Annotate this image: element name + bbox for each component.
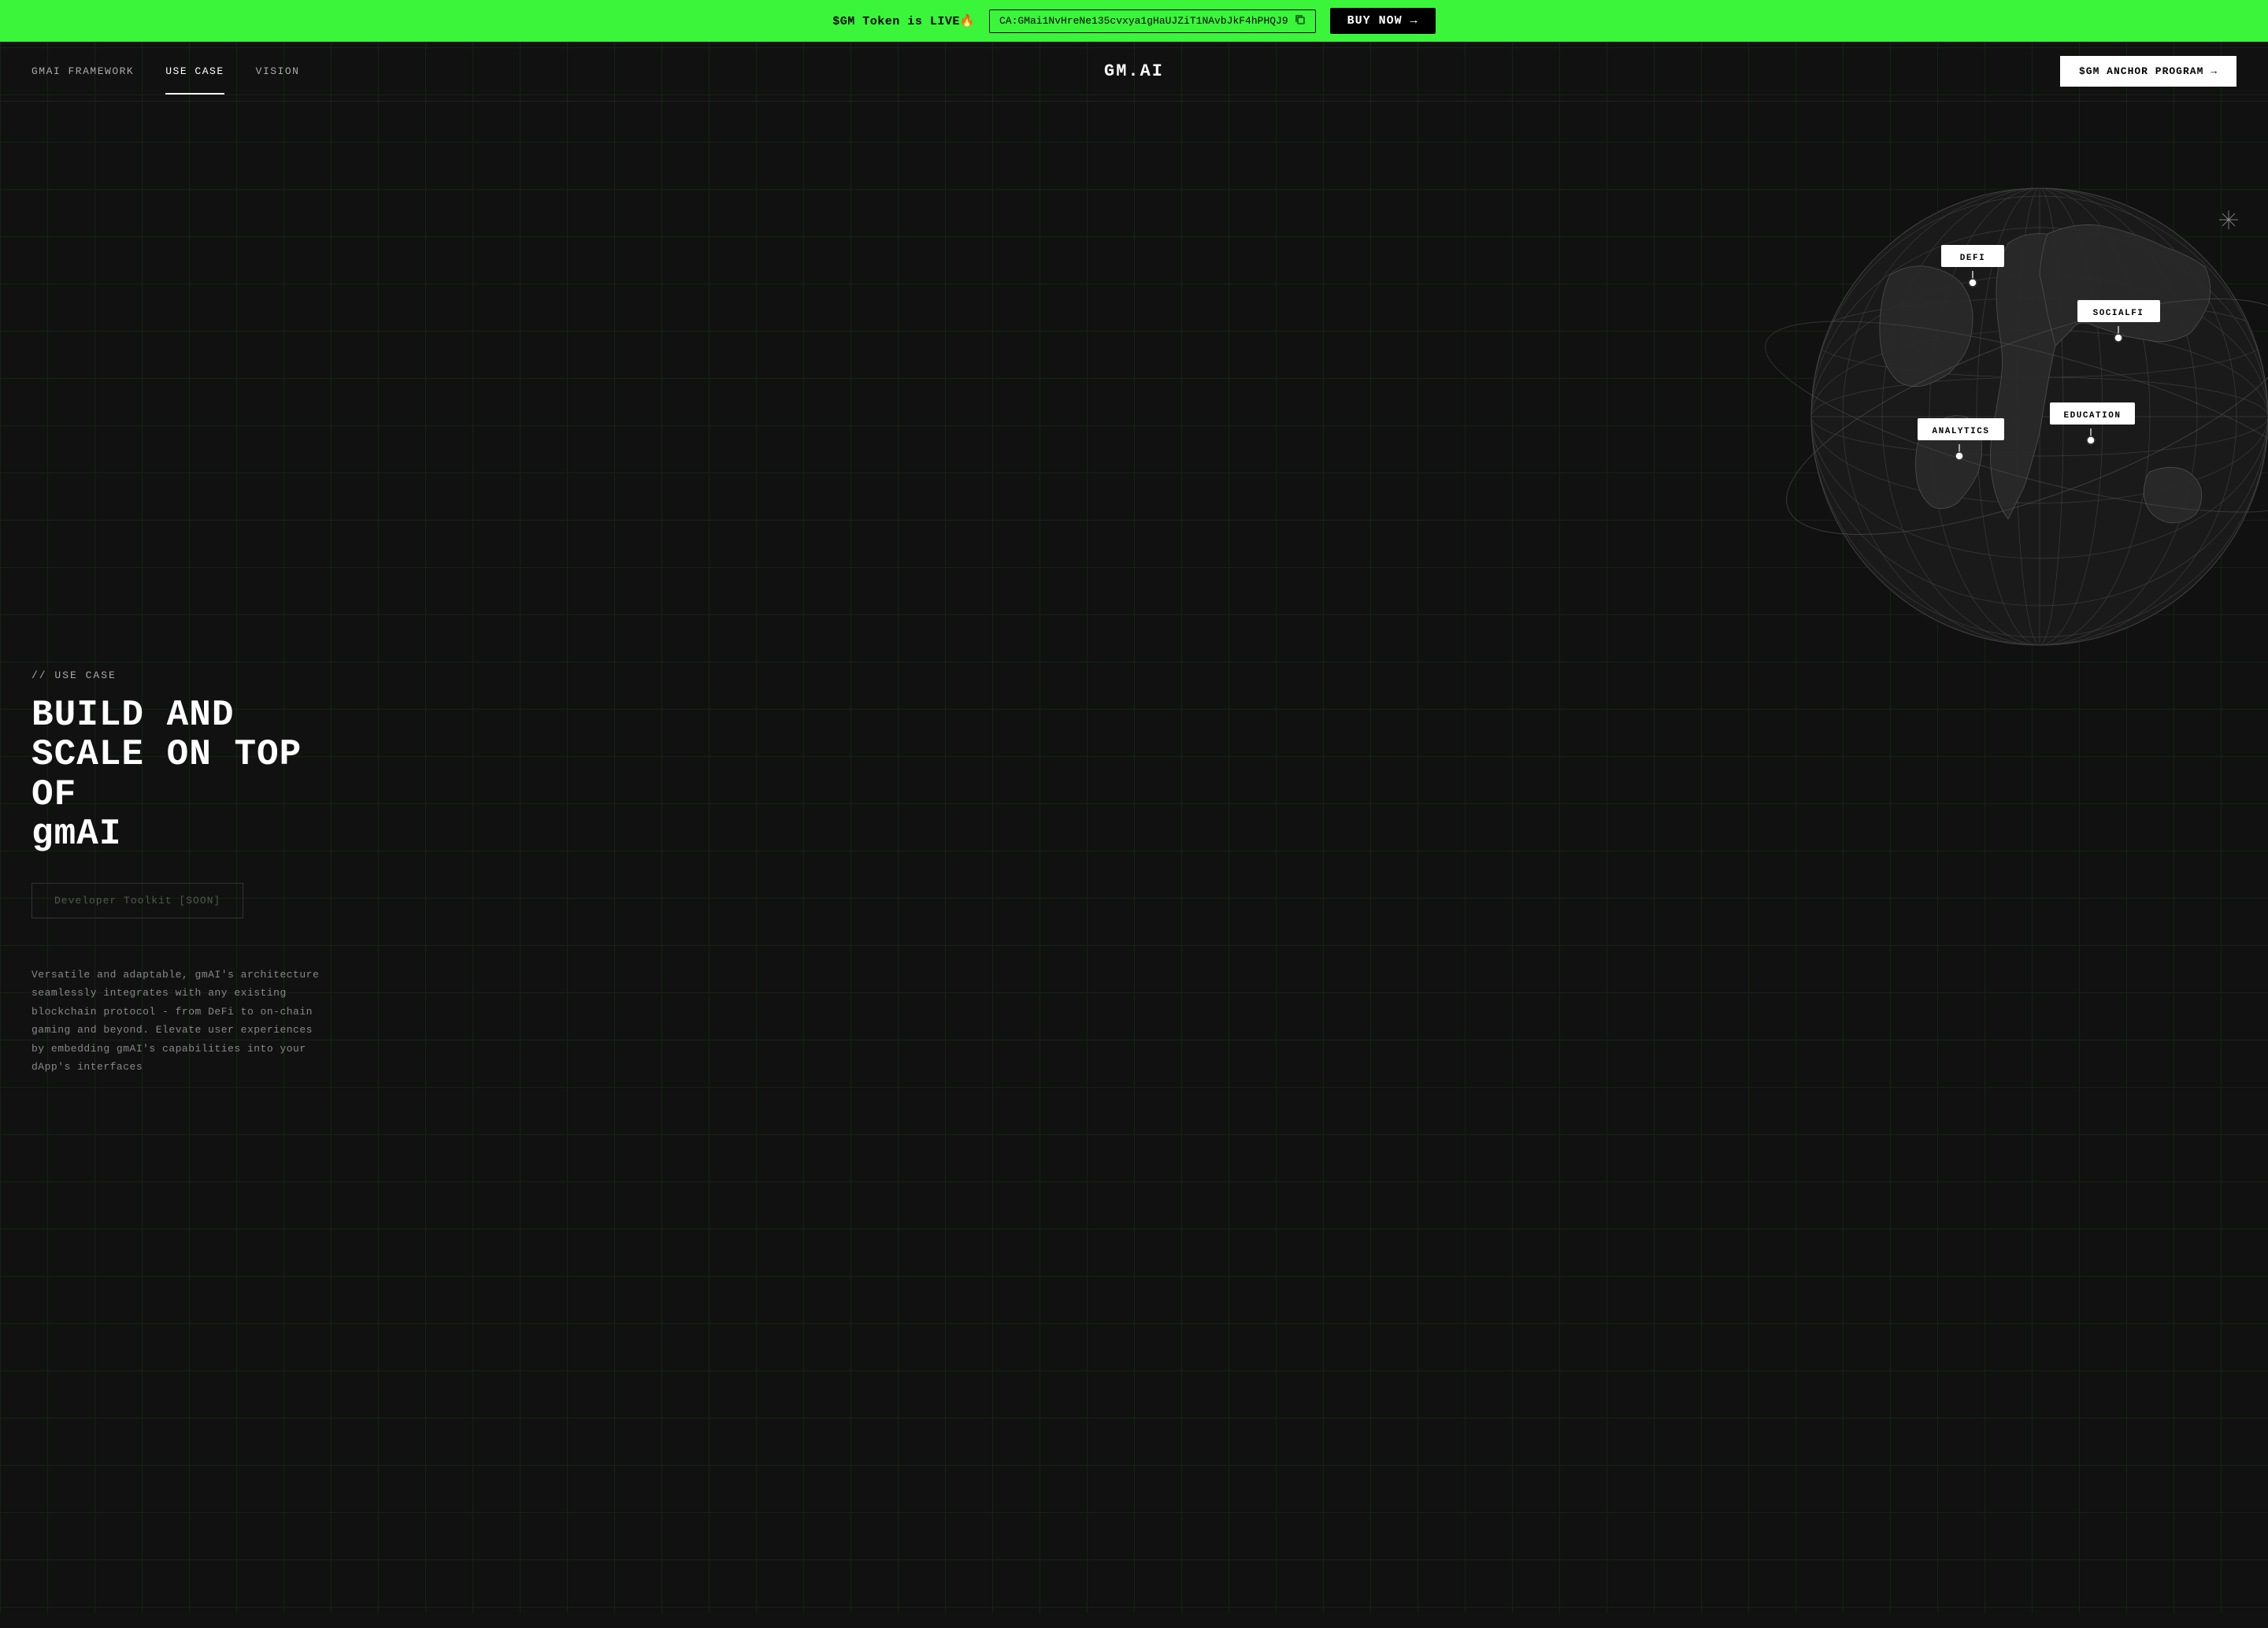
nav-links: GMAI FRAMEWORK USE CASE VISION	[32, 65, 299, 77]
anchor-program-button[interactable]: $GM ANCHOR PROGRAM →	[2060, 56, 2236, 87]
contract-address: CA:GMai1NvHreNe135cvxya1gHaUJZiT1NAvbJkF…	[989, 9, 1316, 33]
nav-gmai-framework[interactable]: GMAI FRAMEWORK	[32, 65, 134, 77]
title-line1: BUILD AND SCALE ON TOP OF	[32, 695, 302, 815]
left-panel: // USE CASE BUILD AND SCALE ON TOP OF gm…	[32, 669, 362, 1077]
site-logo: GM.AI	[1104, 61, 1164, 81]
top-banner: $GM Token is LIVE🔥 CA:GMai1NvHreNe135cvx…	[0, 0, 2268, 42]
ca-text: CA:GMai1NvHreNe135cvxya1gHaUJZiT1NAvbJkF…	[999, 15, 1288, 27]
main-content: // USE CASE BUILD AND SCALE ON TOP OF gm…	[0, 102, 2268, 1628]
navbar: GMAI FRAMEWORK USE CASE VISION GM.AI $GM…	[0, 42, 2268, 102]
nav-vision[interactable]: VISION	[256, 65, 300, 77]
svg-text:DEFI: DEFI	[1960, 254, 1985, 263]
developer-toolkit-button[interactable]: Developer Toolkit [SOON]	[32, 883, 243, 918]
nav-right: $GM ANCHOR PROGRAM →	[2060, 56, 2236, 87]
globe-svg: DEFI SOCIALFI EDUCATION ANALYTICS	[1764, 117, 2268, 708]
globe-container: DEFI SOCIALFI EDUCATION ANALYTICS	[1764, 117, 2268, 708]
copy-icon[interactable]	[1295, 14, 1306, 28]
main-title: BUILD AND SCALE ON TOP OF gmAI	[32, 695, 362, 855]
section-label: // USE CASE	[32, 669, 362, 681]
svg-text:SOCIALFI: SOCIALFI	[2093, 309, 2144, 318]
token-announcement: $GM Token is LIVE🔥	[832, 13, 975, 28]
svg-text:ANALYTICS: ANALYTICS	[1933, 427, 1990, 436]
buy-now-button[interactable]: BUY NOW →	[1330, 8, 1436, 34]
hero-description: Versatile and adaptable, gmAI's architec…	[32, 966, 331, 1076]
nav-use-case[interactable]: USE CASE	[165, 65, 224, 77]
svg-text:EDUCATION: EDUCATION	[2064, 411, 2122, 421]
title-line2: gmAI	[32, 814, 121, 855]
